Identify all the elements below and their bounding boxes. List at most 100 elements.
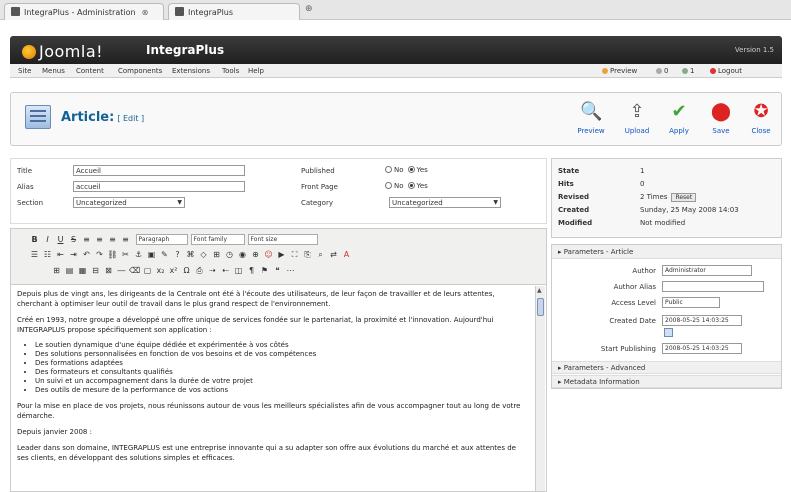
menu-content[interactable]: Content <box>76 67 104 75</box>
cleanup-icon[interactable]: ✎ <box>159 249 170 260</box>
ltr-icon[interactable]: ⇢ <box>207 265 218 276</box>
print-icon[interactable]: ⎙ <box>194 265 205 276</box>
author-alias-input[interactable] <box>662 281 764 292</box>
underline-button[interactable]: U <box>55 234 66 245</box>
remove-format-icon[interactable]: ⌫ <box>129 265 140 276</box>
reset-hits-button[interactable]: Reset <box>671 193 697 202</box>
text-color-icon[interactable]: A <box>341 249 352 260</box>
font-family-select[interactable]: Font family <box>190 234 245 245</box>
category-select[interactable]: Uncategorized ▼ <box>389 197 501 208</box>
align-right-icon[interactable]: ≡ <box>107 234 118 245</box>
created-date-input[interactable]: 2008-05-25 14:03:25 <box>662 315 742 326</box>
zoom-icon[interactable]: ⊕ <box>250 249 261 260</box>
users-count[interactable]: 1 <box>682 67 694 75</box>
frontpage-no-radio[interactable] <box>385 182 392 189</box>
menu-site[interactable]: Site <box>18 67 31 75</box>
superscript-icon[interactable]: x² <box>168 265 179 276</box>
search-icon[interactable]: ⌕ <box>315 249 326 260</box>
row-props-icon[interactable]: ▤ <box>64 265 75 276</box>
menu-help[interactable]: Help <box>248 67 264 75</box>
preview-button[interactable]: 🔍 Preview <box>571 101 611 135</box>
outdent-icon[interactable]: ⇤ <box>55 249 66 260</box>
layer-icon[interactable]: ◫ <box>233 265 244 276</box>
calendar-icon[interactable] <box>664 328 673 337</box>
undo-icon[interactable]: ↶ <box>81 249 92 260</box>
browser-tab-admin[interactable]: IntegraPlus - Administration ⊗ <box>4 3 164 20</box>
cell-props-icon[interactable]: ▦ <box>77 265 88 276</box>
anchor-icon[interactable]: ⚓ <box>133 249 144 260</box>
params-advanced-header[interactable]: ▸ Parameters - Advanced <box>552 361 781 374</box>
italic-button[interactable]: I <box>42 234 53 245</box>
scroll-up-icon[interactable]: ▲ <box>537 287 542 294</box>
help-icon[interactable]: ? <box>172 249 183 260</box>
indent-icon[interactable]: ⇥ <box>68 249 79 260</box>
browser-tab-site[interactable]: IntegraPlus <box>168 3 300 20</box>
font-size-select[interactable]: Font size <box>247 234 318 245</box>
emoticon-icon[interactable]: ☺ <box>263 249 274 260</box>
menu-menus[interactable]: Menus <box>42 67 65 75</box>
insert-date-icon[interactable]: ⊞ <box>211 249 222 260</box>
numbered-list-icon[interactable]: ☷ <box>42 249 53 260</box>
apply-button[interactable]: ✔ Apply <box>659 101 699 135</box>
link-icon[interactable]: ⛓ <box>107 249 118 260</box>
abbr-icon[interactable]: ⋯ <box>285 265 296 276</box>
section-select[interactable]: Uncategorized ▼ <box>73 197 185 208</box>
unlink-icon[interactable]: ✂ <box>120 249 131 260</box>
menu-components[interactable]: Components <box>118 67 162 75</box>
html-icon[interactable]: ⌘ <box>185 249 196 260</box>
format-select[interactable]: Paragraph <box>135 234 188 245</box>
scrollbar-thumb[interactable] <box>537 298 544 316</box>
visual-aid-icon[interactable]: ▢ <box>142 265 153 276</box>
strikethrough-button[interactable]: S <box>68 234 79 245</box>
info-row-state: State 1 <box>558 167 644 175</box>
bullet-list-icon[interactable]: ☰ <box>29 249 40 260</box>
image-icon[interactable]: ▣ <box>146 249 157 260</box>
editor-content[interactable]: Depuis plus de vingt ans, les dirigeants… <box>17 289 529 489</box>
title-input[interactable]: Accueil <box>73 165 245 176</box>
preview-link[interactable]: Preview <box>602 67 637 75</box>
menu-extensions[interactable]: Extensions <box>172 67 210 75</box>
fullscreen-icon[interactable]: ⛶ <box>289 249 300 260</box>
align-center-icon[interactable]: ≡ <box>94 234 105 245</box>
editor-scrollbar[interactable]: ▲ <box>535 286 545 491</box>
upload-button[interactable]: ⇪ Upload <box>617 101 657 135</box>
table-icon[interactable]: ⊞ <box>51 265 62 276</box>
horizontal-rule-icon[interactable]: ― <box>116 265 127 276</box>
frontpage-yes-radio[interactable] <box>407 182 415 189</box>
justify-icon[interactable]: ≡ <box>120 234 131 245</box>
citation-icon[interactable]: ❝ <box>272 265 283 276</box>
replace-icon[interactable]: ⇄ <box>328 249 339 260</box>
published-yes-radio[interactable] <box>407 166 415 173</box>
menu-tools[interactable]: Tools <box>222 67 239 75</box>
metadata-header[interactable]: ▸ Metadata Information <box>552 375 781 388</box>
bold-button[interactable]: B <box>29 234 40 245</box>
new-tab-icon[interactable]: ⊕ <box>305 4 313 14</box>
params-article-header[interactable]: ▸ Parameters - Article <box>552 245 781 259</box>
save-button[interactable]: ⬤ Save <box>701 101 741 135</box>
special-char-icon[interactable]: Ω <box>181 265 192 276</box>
insert-time-icon[interactable]: ◷ <box>224 249 235 260</box>
access-level-select[interactable]: Public <box>662 297 720 308</box>
published-no-radio[interactable] <box>385 166 392 173</box>
logout-link[interactable]: Logout <box>710 67 742 75</box>
attribute-icon[interactable]: ⚑ <box>259 265 270 276</box>
delete-row-icon[interactable]: ⊠ <box>103 265 114 276</box>
media-icon[interactable]: ▶ <box>276 249 287 260</box>
article-editor: B I U S ≡ ≡ ≡ ≡ Paragraph Font family Font size ☰… <box>10 228 547 492</box>
admin-menubar: Site Menus Content Components Extensions… <box>10 64 782 78</box>
close-tab-icon[interactable]: ⊗ <box>142 8 149 17</box>
source-icon[interactable]: ◇ <box>198 249 209 260</box>
align-left-icon[interactable]: ≡ <box>81 234 92 245</box>
paste-icon[interactable]: ⎘ <box>302 249 313 260</box>
rtl-icon[interactable]: ⇠ <box>220 265 231 276</box>
preview-icon[interactable]: ◉ <box>237 249 248 260</box>
author-select[interactable]: Administrator <box>662 265 752 276</box>
start-publishing-input[interactable]: 2008-05-25 14:03:25 <box>662 343 742 354</box>
messages-count[interactable]: 0 <box>656 67 668 75</box>
style-icon[interactable]: ¶ <box>246 265 257 276</box>
subscript-icon[interactable]: x₂ <box>155 265 166 276</box>
close-button[interactable]: ✪ Close <box>741 101 781 135</box>
alias-input[interactable]: accueil <box>73 181 245 192</box>
insert-row-icon[interactable]: ⊟ <box>90 265 101 276</box>
redo-icon[interactable]: ↷ <box>94 249 105 260</box>
